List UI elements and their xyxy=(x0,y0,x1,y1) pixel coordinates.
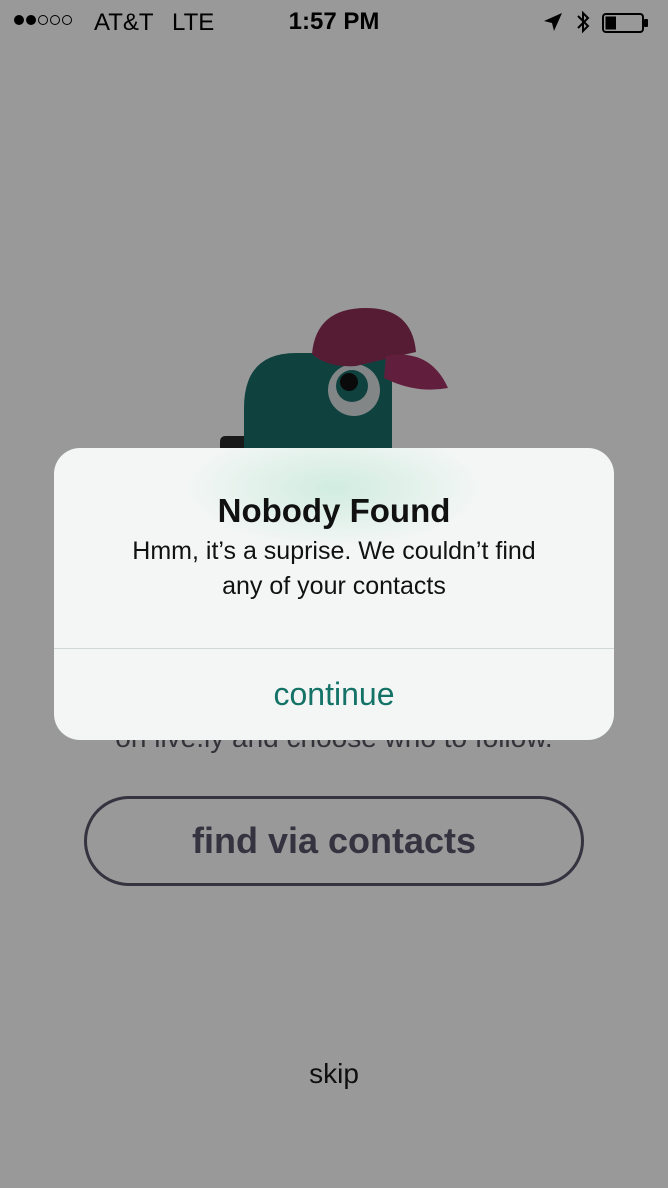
bluetooth-icon xyxy=(577,10,590,34)
alert-message: Hmm, it’s a suprise. We couldn’t find an… xyxy=(74,534,594,604)
continue-button[interactable]: continue xyxy=(54,649,614,740)
alert-title: Nobody Found xyxy=(217,492,451,529)
battery-icon xyxy=(602,13,648,33)
alert-message-line: Hmm, it’s a suprise. We couldn’t find xyxy=(132,537,536,565)
status-time: 1:57 PM xyxy=(288,8,380,35)
screen: on live.ly and choose who to follow. fin… xyxy=(0,0,668,1188)
alert-message-line: any of your contacts xyxy=(222,572,446,600)
location-arrow-icon xyxy=(544,13,562,31)
status-bar: AT&T LTE 1:57 PM xyxy=(0,0,668,44)
alert-dialog: Nobody Found Hmm, it’s a suprise. We cou… xyxy=(54,448,614,740)
